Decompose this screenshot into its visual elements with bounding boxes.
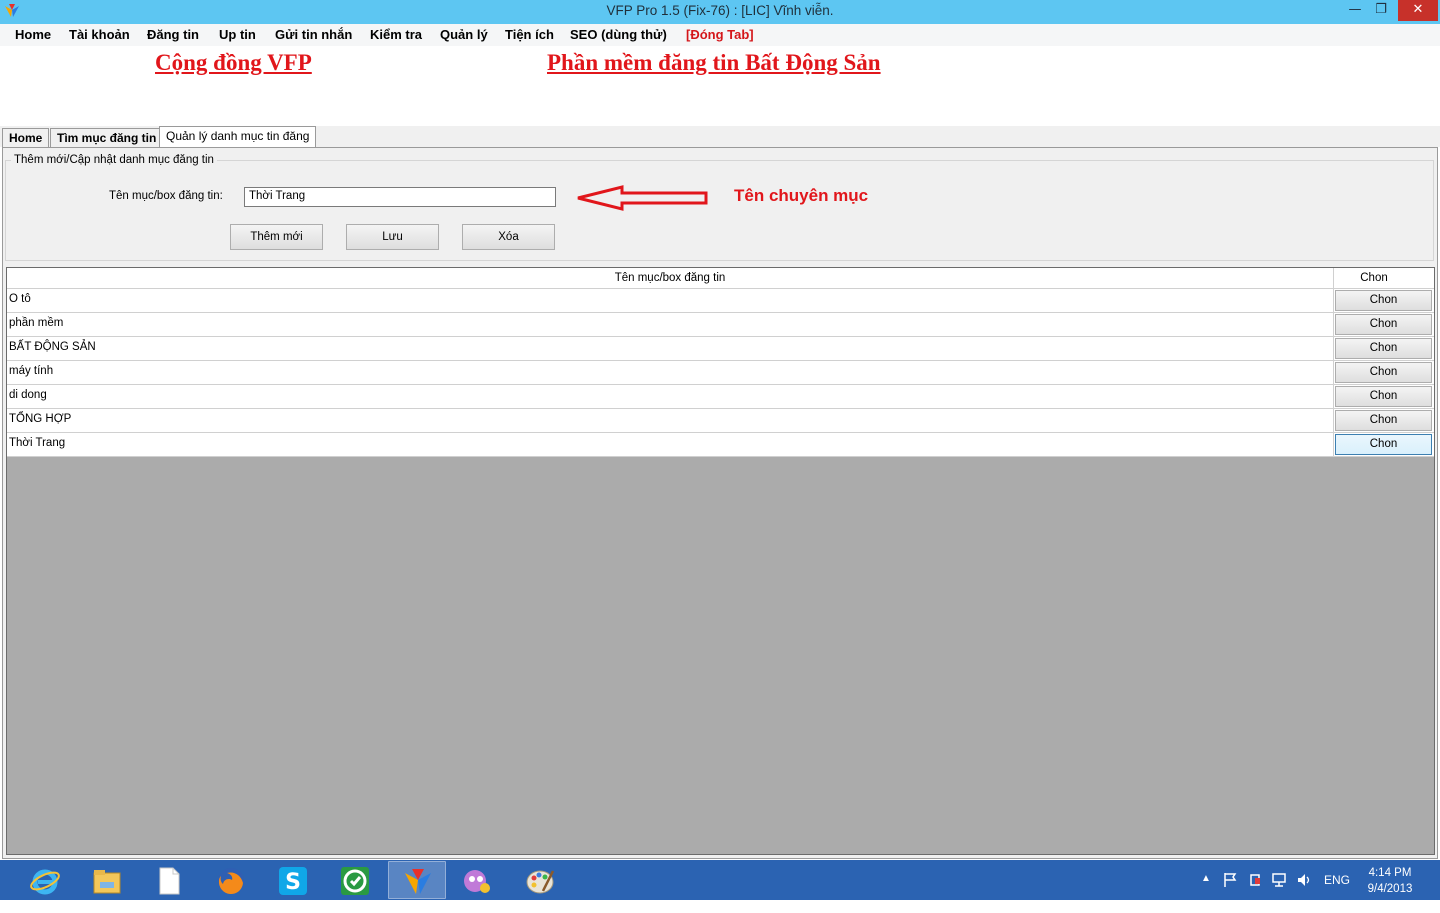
menu-post[interactable]: Đăng tin (147, 27, 199, 42)
svg-text:S: S (285, 870, 301, 895)
taskbar-document[interactable] (140, 861, 198, 899)
cell-divider (1333, 409, 1334, 433)
row-name: O tô (9, 293, 31, 305)
banner-software-link[interactable]: Phần mềm đăng tin Bất Động Sản (547, 50, 881, 76)
choose-button[interactable]: Chon (1335, 434, 1432, 455)
taskbar-vfp[interactable] (388, 861, 446, 899)
delete-button[interactable]: Xóa (462, 224, 555, 250)
taskbar-chat-app[interactable] (448, 861, 506, 899)
menu-close-tab[interactable]: [Đóng Tab] (686, 27, 754, 42)
cell-divider (1333, 313, 1334, 337)
blank-document-icon (159, 867, 180, 895)
clock-time: 4:14 PM (1368, 867, 1412, 879)
cell-divider (1333, 385, 1334, 409)
taskbar-file-explorer[interactable] (78, 861, 136, 899)
row-name: phần mềm (9, 317, 64, 329)
maximize-button[interactable]: ❐ (1368, 0, 1394, 21)
menu-send-message[interactable]: Gửi tin nhắn (275, 27, 352, 42)
table-row[interactable]: di dong Chon (7, 385, 1434, 409)
cell-divider (1333, 433, 1334, 457)
table-row[interactable]: Thời Trang Chon (7, 433, 1434, 457)
tray-overflow-chevron[interactable]: ▲ (1201, 873, 1211, 913)
left-arrow-icon (577, 185, 708, 211)
category-name-annotation: Tên chuyên mục (734, 186, 869, 205)
taskbar-coccoc[interactable] (326, 861, 384, 899)
chat-app-icon (464, 870, 490, 893)
cell-divider (1333, 361, 1334, 385)
menu-check[interactable]: Kiểm tra (370, 27, 422, 42)
action-center-flag-icon[interactable] (1222, 872, 1238, 888)
firefox-icon (218, 868, 244, 895)
minimize-button[interactable]: — (1342, 0, 1368, 21)
menu-bar: Home Tài khoản Đăng tin Up tin Gửi tin n… (0, 24, 1440, 46)
category-name-input[interactable]: Thời Trang (244, 187, 556, 207)
row-name: BẤT ĐỘNG SẢN (9, 341, 96, 353)
window-title: VFP Pro 1.5 (Fix-76) : [LIC] Vĩnh viễn. (606, 3, 834, 18)
skype-icon: S (279, 867, 307, 895)
file-explorer-icon (93, 870, 121, 894)
tab-home[interactable]: Home (2, 128, 50, 147)
grid-header: Tên mục/box đăng tin Chon (7, 268, 1434, 289)
coccoc-browser-icon (341, 867, 369, 895)
input-language-indicator[interactable]: ENG (1324, 873, 1350, 913)
menu-utilities[interactable]: Tiện ích (505, 27, 554, 42)
taskbar-skype[interactable]: S (264, 861, 322, 899)
save-button[interactable]: Lưu (346, 224, 439, 250)
tab-manage-categories[interactable]: Quản lý danh mục tin đăng (159, 126, 317, 148)
row-name: Thời Trang (9, 437, 66, 449)
table-row[interactable]: máy tính Chon (7, 361, 1434, 385)
banner-community-link[interactable]: Cộng đồng VFP (155, 50, 312, 76)
add-new-button[interactable]: Thêm mới (230, 224, 323, 250)
taskbar-paint[interactable] (512, 861, 570, 899)
column-header-choose[interactable]: Chon (1334, 268, 1414, 289)
table-row[interactable]: O tô Chon (7, 289, 1434, 313)
choose-button[interactable]: Chon (1335, 362, 1432, 383)
paint-icon (526, 870, 555, 894)
volume-icon[interactable] (1296, 872, 1312, 888)
clock-date: 9/4/2013 (1367, 883, 1413, 895)
table-row[interactable]: TỔNG HỢP Chon (7, 409, 1434, 433)
choose-button[interactable]: Chon (1335, 290, 1432, 311)
cell-divider (1333, 289, 1334, 313)
row-name: di dong (9, 389, 47, 401)
choose-button[interactable]: Chon (1335, 386, 1432, 407)
row-name: TỔNG HỢP (9, 413, 72, 425)
table-row[interactable]: BẤT ĐỘNG SẢN Chon (7, 337, 1434, 361)
close-button[interactable]: ✕ (1398, 0, 1438, 21)
internet-explorer-icon (30, 869, 60, 895)
category-form-group (5, 160, 1434, 261)
category-form-legend: Thêm mới/Cập nhật danh mục đăng tin (11, 154, 217, 166)
choose-button[interactable]: Chon (1335, 314, 1432, 335)
title-bar: VFP Pro 1.5 (Fix-76) : [LIC] Vĩnh viễn. … (0, 0, 1440, 24)
menu-seo[interactable]: SEO (dùng thử) (570, 27, 667, 42)
network-icon[interactable] (1271, 872, 1287, 888)
choose-button[interactable]: Chon (1335, 338, 1432, 359)
table-row[interactable]: phần mềm Chon (7, 313, 1434, 337)
vfp-app-icon (405, 869, 431, 894)
category-grid[interactable]: Tên mục/box đăng tin Chon O tô Chon phần… (6, 267, 1435, 855)
column-header-name[interactable]: Tên mục/box đăng tin (7, 268, 1334, 289)
cell-divider (1333, 337, 1334, 361)
category-name-label: Tên mục/box đăng tin: (109, 190, 223, 202)
taskbar-firefox[interactable] (202, 861, 260, 899)
system-clock[interactable]: 4:14 PM 9/4/2013 (1352, 865, 1428, 897)
row-name: máy tính (9, 365, 54, 377)
tab-find-category[interactable]: Tìm mục đăng tin (50, 128, 164, 147)
tab-strip: Home Tìm mục đăng tin Quản lý danh mục t… (0, 126, 1440, 148)
taskbar-internet-explorer[interactable] (16, 861, 74, 899)
menu-manage[interactable]: Quản lý (440, 27, 488, 42)
power-plug-icon[interactable] (1247, 872, 1263, 888)
menu-bump[interactable]: Up tin (219, 27, 256, 42)
choose-button[interactable]: Chon (1335, 410, 1432, 431)
menu-home[interactable]: Home (15, 27, 51, 42)
menu-account[interactable]: Tài khoản (69, 27, 130, 42)
taskbar: S ▲ ENG 4:14 PM 9/4/2013 (0, 860, 1440, 900)
